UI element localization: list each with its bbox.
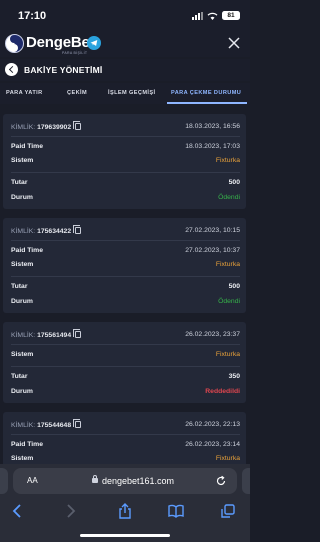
battery-icon: 81 [222, 11, 240, 20]
paid-time-label: Paid Time [11, 143, 43, 150]
brand-logo-text: DengeBet [26, 34, 95, 51]
id-label: KİMLİK: [11, 228, 36, 235]
system-value: Fixturka [215, 261, 240, 268]
tab-islem-gecmisi[interactable]: İŞLEM GEÇMİŞİ [108, 83, 155, 104]
yin-yang-logo-icon [5, 34, 24, 53]
signal-icon [192, 11, 203, 20]
tab-para-yatir[interactable]: PARA YATIR [6, 83, 43, 104]
home-indicator [80, 534, 170, 537]
reload-icon[interactable] [215, 474, 227, 486]
withdrawal-card: KİMLİK: 175634422 27.02.2023, 10:15 Paid… [3, 218, 246, 313]
status-label: Durum [11, 388, 33, 395]
brand-tagline: PARA BİŞİLİT [62, 51, 88, 55]
paid-time-value: 26.02.2023, 23:14 [185, 441, 240, 448]
close-icon[interactable] [226, 35, 242, 51]
url-text[interactable]: dengebet161.com [102, 476, 174, 486]
withdrawal-card: KİMLİK: 175561494 26.02.2023, 23:37 Sist… [3, 322, 246, 403]
address-bar[interactable]: AA dengebet161.com [13, 468, 237, 494]
system-value: Fixturka [215, 157, 240, 164]
page-header: BAKİYE YÖNETİMİ [0, 59, 250, 81]
id-label: KİMLİK: [11, 422, 36, 429]
previous-tab-peek[interactable] [0, 468, 8, 494]
id-label: KİMLİK: [11, 332, 36, 339]
telegram-icon[interactable] [87, 36, 101, 50]
system-label: Sistem [11, 261, 34, 268]
amount-value: 500 [228, 283, 240, 290]
status-badge: Ödendi [218, 298, 240, 305]
next-tab-peek[interactable] [242, 468, 250, 494]
status-label: Durum [11, 194, 33, 201]
amount-value: 500 [228, 179, 240, 186]
paid-time-value: 18.03.2023, 17:03 [185, 143, 240, 150]
amount-label: Tutar [11, 373, 28, 380]
bookmarks-icon[interactable] [167, 502, 185, 520]
transaction-id: 175544648 [37, 422, 72, 429]
transaction-date: 18.03.2023, 16:56 [185, 123, 240, 130]
tab-cekim[interactable]: ÇEKİM [67, 83, 87, 104]
withdrawal-card: KİMLİK: 175544648 26.02.2023, 22:13 Paid… [3, 412, 246, 464]
system-label: Sistem [11, 455, 34, 462]
tab-bar: PARA YATIR ÇEKİM İŞLEM GEÇMİŞİ PARA ÇEKM… [0, 83, 250, 104]
withdrawal-card: KİMLİK: 179639902 18.03.2023, 16:56 Paid… [3, 114, 246, 209]
wifi-icon [207, 12, 218, 20]
transaction-date: 26.02.2023, 22:13 [185, 421, 240, 428]
copy-icon[interactable] [73, 329, 82, 338]
paid-time-label: Paid Time [11, 247, 43, 254]
share-icon[interactable] [116, 502, 134, 520]
copy-icon[interactable] [73, 419, 82, 428]
reader-aa-button[interactable]: AA [27, 476, 38, 485]
system-value: Fixturka [215, 351, 240, 358]
tab-para-cekme-durumu[interactable]: PARA ÇEKME DURUMU [171, 83, 241, 104]
back-arrow-icon[interactable] [5, 63, 18, 76]
transaction-id: 175634422 [37, 228, 72, 235]
system-label: Sistem [11, 351, 34, 358]
status-bar: 17:10 81 [0, 0, 250, 32]
amount-value: 350 [228, 373, 240, 380]
system-label: Sistem [11, 157, 34, 164]
tabs-icon[interactable] [219, 502, 237, 520]
paid-time-value: 27.02.2023, 10:37 [185, 247, 240, 254]
paid-time-label: Paid Time [11, 441, 43, 448]
id-label: KİMLİK: [11, 124, 36, 131]
forward-icon[interactable] [61, 502, 79, 520]
app-header: DengeBet PARA BİŞİLİT [0, 32, 250, 57]
copy-icon[interactable] [73, 121, 82, 130]
transaction-id: 179639902 [37, 124, 72, 131]
transaction-date: 26.02.2023, 23:37 [185, 331, 240, 338]
page-title: BAKİYE YÖNETİMİ [24, 65, 103, 75]
amount-label: Tutar [11, 179, 28, 186]
withdrawal-list[interactable]: KİMLİK: 179639902 18.03.2023, 16:56 Paid… [0, 104, 250, 464]
transaction-id: 175561494 [37, 332, 72, 339]
back-icon[interactable] [9, 502, 27, 520]
amount-label: Tutar [11, 283, 28, 290]
status-badge: Reddedildi [205, 388, 240, 395]
transaction-date: 27.02.2023, 10:15 [185, 227, 240, 234]
browser-url-area: AA dengebet161.com [0, 464, 250, 498]
copy-icon[interactable] [73, 225, 82, 234]
lock-icon [92, 475, 98, 483]
system-value: Fixturka [215, 455, 240, 462]
status-icons: 81 [192, 11, 240, 20]
browser-toolbar [0, 498, 250, 542]
status-time: 17:10 [18, 10, 47, 22]
status-label: Durum [11, 298, 33, 305]
status-badge: Ödendi [218, 194, 240, 201]
